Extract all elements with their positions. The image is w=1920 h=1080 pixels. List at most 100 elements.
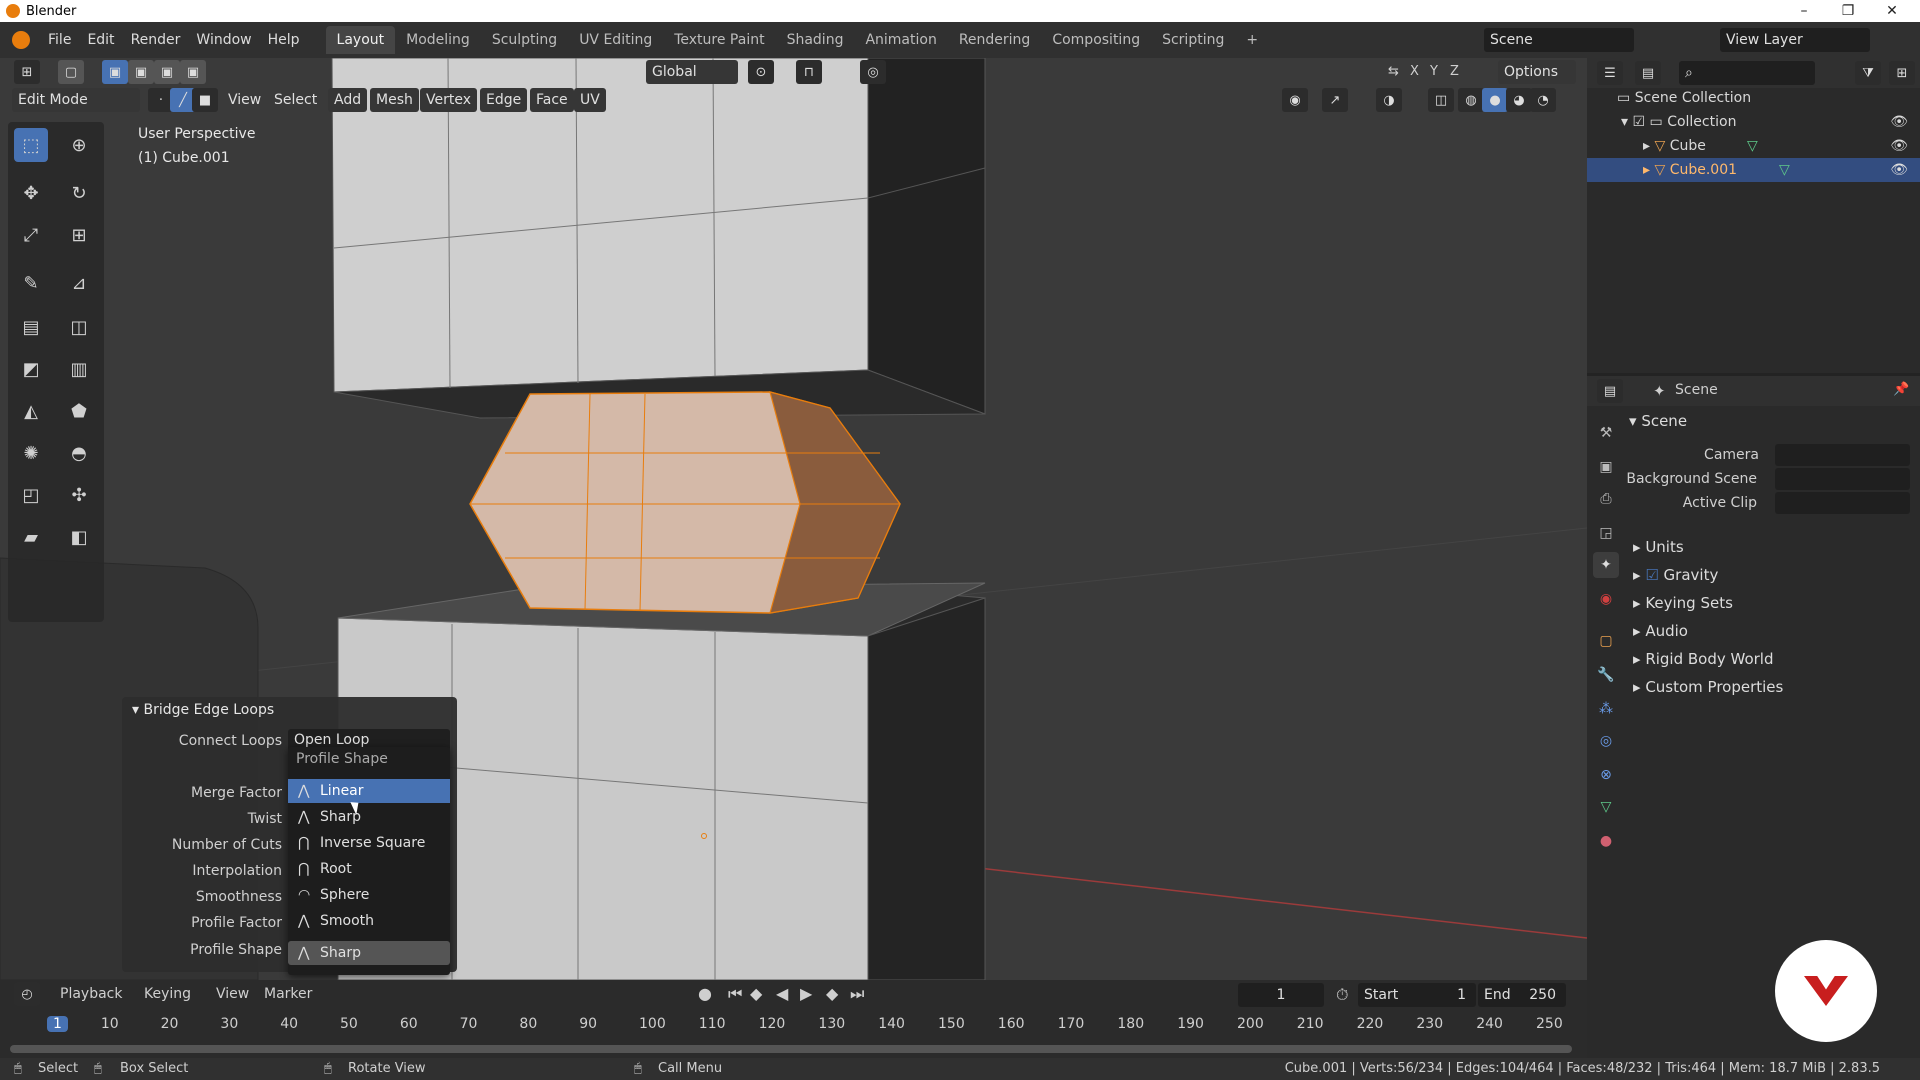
play-icon[interactable]: ▶ [800, 984, 812, 1003]
face-select-icon[interactable]: ■ [192, 88, 218, 112]
gravity-checkbox[interactable]: ☑ [1645, 566, 1658, 584]
shading-solid-icon[interactable]: ● [1482, 88, 1508, 112]
outliner-item-cube-001[interactable]: ▸ ▽ Cube.001 ▽ 👁 [1587, 158, 1920, 182]
audio-panel-header[interactable]: ▸ Audio [1633, 622, 1688, 640]
jump-end-icon[interactable]: ⏭ [850, 984, 864, 1004]
tab-rendering[interactable]: Rendering [948, 26, 1042, 54]
menu-edge[interactable]: Edge [480, 88, 528, 112]
background-scene-field[interactable] [1775, 468, 1910, 490]
object-tab-icon[interactable]: ▢ [1593, 628, 1619, 654]
new-collection-icon[interactable]: ⊞ [1889, 61, 1915, 85]
camera-field[interactable] [1775, 444, 1910, 466]
pin-icon[interactable]: 📌 [1893, 382, 1909, 397]
shading-wireframe-icon[interactable]: ◍ [1458, 88, 1484, 112]
view-layer-tab-icon[interactable]: ◲ [1593, 520, 1619, 546]
tab-modeling[interactable]: Modeling [395, 26, 481, 54]
add-workspace-button[interactable]: + [1235, 26, 1269, 54]
properties-editor-type-icon[interactable]: ▤ [1597, 379, 1623, 403]
operator-panel-title[interactable]: ▾ Bridge Edge Loops [132, 702, 274, 718]
eye-icon[interactable]: 👁 [1890, 158, 1908, 182]
dropdown-item-inverse-square[interactable]: ⋂ Inverse Square [288, 831, 450, 855]
eye-icon[interactable]: 👁 [1890, 110, 1908, 134]
rigid-body-world-panel-header[interactable]: ▸ Rigid Body World [1633, 650, 1774, 668]
scene-panel-header[interactable]: ▾ Scene [1629, 412, 1687, 430]
filter-icon[interactable]: ⧩ [1855, 61, 1881, 85]
tab-animation[interactable]: Animation [854, 26, 947, 54]
spin-tool-icon[interactable]: ✺ [14, 436, 48, 470]
transform-orientation-select[interactable]: Global [646, 60, 738, 84]
smooth-tool-icon[interactable]: ◓ [62, 436, 96, 470]
extrude-tool-icon[interactable]: ▤ [14, 310, 48, 344]
proportional-editing-icon[interactable]: ◎ [860, 60, 886, 84]
poly-build-tool-icon[interactable]: ⬟ [62, 394, 96, 428]
view-layer-selector[interactable]: View Layer [1720, 28, 1870, 52]
tab-texture-paint[interactable]: Texture Paint [663, 26, 775, 54]
physics-tab-icon[interactable]: ◎ [1593, 728, 1619, 754]
knife-tool-icon[interactable]: ◭ [14, 394, 48, 428]
checkbox-icon[interactable]: ☑ [1632, 114, 1649, 130]
timeline-menu-view[interactable]: View [216, 986, 249, 1002]
measure-tool-icon[interactable]: ⊿ [62, 266, 96, 300]
pivot-point-icon[interactable]: ⊙ [748, 60, 774, 84]
gravity-panel-header[interactable]: ▸ ☑ Gravity [1633, 566, 1718, 584]
tool-tab-icon[interactable]: ⚒ [1593, 420, 1619, 446]
annotate-tool-icon[interactable]: ✎ [14, 266, 48, 300]
shrink-fatten-tool-icon[interactable]: ✣ [62, 478, 96, 512]
play-reverse-icon[interactable]: ◀ [776, 984, 788, 1003]
close-button[interactable]: ✕ [1872, 0, 1912, 22]
move-tool-icon[interactable]: ✥ [14, 176, 48, 210]
shear-tool-icon[interactable]: ▰ [14, 520, 48, 554]
keying-sets-panel-header[interactable]: ▸ Keying Sets [1633, 594, 1733, 612]
profile-shape-select[interactable]: ⋀ Sharp [288, 941, 450, 965]
menu-select[interactable]: Select [268, 88, 323, 112]
particles-tab-icon[interactable]: ⁂ [1593, 696, 1619, 722]
menu-vertex[interactable]: Vertex [420, 88, 478, 112]
bevel-tool-icon[interactable]: ◩ [14, 352, 48, 386]
jump-start-icon[interactable]: ⏮ [728, 984, 742, 1004]
units-panel-header[interactable]: ▸ Units [1633, 538, 1684, 556]
dropdown-item-sharp[interactable]: ⋀ Sharp [288, 805, 450, 829]
rotate-tool-icon[interactable]: ↻ [62, 176, 96, 210]
mode-extend-icon[interactable]: ▣ [128, 60, 154, 84]
outliner-item-collection[interactable]: ▾ ☑ ▭ Collection 👁 [1587, 110, 1920, 134]
stopwatch-icon[interactable]: ⏱ [1336, 985, 1348, 1005]
select-tool-icon[interactable]: ⬚ [14, 128, 48, 162]
tab-sculpting[interactable]: Sculpting [481, 26, 568, 54]
end-frame-field[interactable]: End 250 [1478, 983, 1566, 1007]
mirror-x-toggle[interactable]: X [1410, 64, 1419, 79]
prev-keyframe-icon[interactable]: ◆ [750, 984, 762, 1003]
tab-uv-editing[interactable]: UV Editing [568, 26, 663, 54]
data-tab-icon[interactable]: ▽ [1593, 794, 1619, 820]
scene-tab-icon[interactable]: ✦ [1593, 552, 1619, 578]
scale-tool-icon[interactable]: ⤢ [14, 218, 48, 252]
menu-view[interactable]: View [222, 88, 267, 112]
menu-uv[interactable]: UV [574, 88, 606, 112]
edge-slide-tool-icon[interactable]: ◰ [14, 478, 48, 512]
transform-tool-icon[interactable]: ⊞ [62, 218, 96, 252]
expand-arrow-icon[interactable]: ▸ [1643, 162, 1654, 178]
scene-selector[interactable]: Scene [1484, 28, 1634, 52]
expand-arrow-icon[interactable]: ▾ [1621, 114, 1632, 130]
select-box-tool-icon[interactable]: ▢ [58, 60, 84, 84]
mesh-data-icon[interactable]: ▽ [1747, 134, 1758, 158]
rip-tool-icon[interactable]: ◧ [62, 520, 96, 554]
menu-mesh[interactable]: Mesh [370, 88, 419, 112]
mirror-icon[interactable]: ⇆ [1388, 64, 1399, 79]
eye-icon[interactable]: 👁 [1890, 134, 1908, 158]
visibility-icon[interactable]: ◉ [1282, 88, 1308, 112]
tab-compositing[interactable]: Compositing [1041, 26, 1151, 54]
record-icon[interactable]: ● [698, 984, 712, 1003]
xray-icon[interactable]: ◫ [1428, 88, 1454, 112]
constraints-tab-icon[interactable]: ⊗ [1593, 762, 1619, 788]
menu-help[interactable]: Help [260, 26, 308, 54]
outliner-search-input[interactable]: ⌕ [1679, 61, 1815, 85]
mode-intersect-icon[interactable]: ▣ [180, 60, 206, 84]
dropdown-item-linear[interactable]: ⋀ Linear [288, 779, 450, 803]
outliner-scene-collection[interactable]: ▭ Scene Collection [1587, 86, 1920, 110]
world-tab-icon[interactable]: ◉ [1593, 586, 1619, 612]
tab-shading[interactable]: Shading [776, 26, 855, 54]
overlays-icon[interactable]: ◑ [1376, 88, 1402, 112]
frame-ruler[interactable]: 1 10 20 30 40 50 60 70 80 90 100 110 120 130 140 150 160… [0, 1014, 1587, 1036]
shading-material-icon[interactable]: ◕ [1506, 88, 1532, 112]
dropdown-item-smooth[interactable]: ⋀ Smooth [288, 909, 450, 933]
